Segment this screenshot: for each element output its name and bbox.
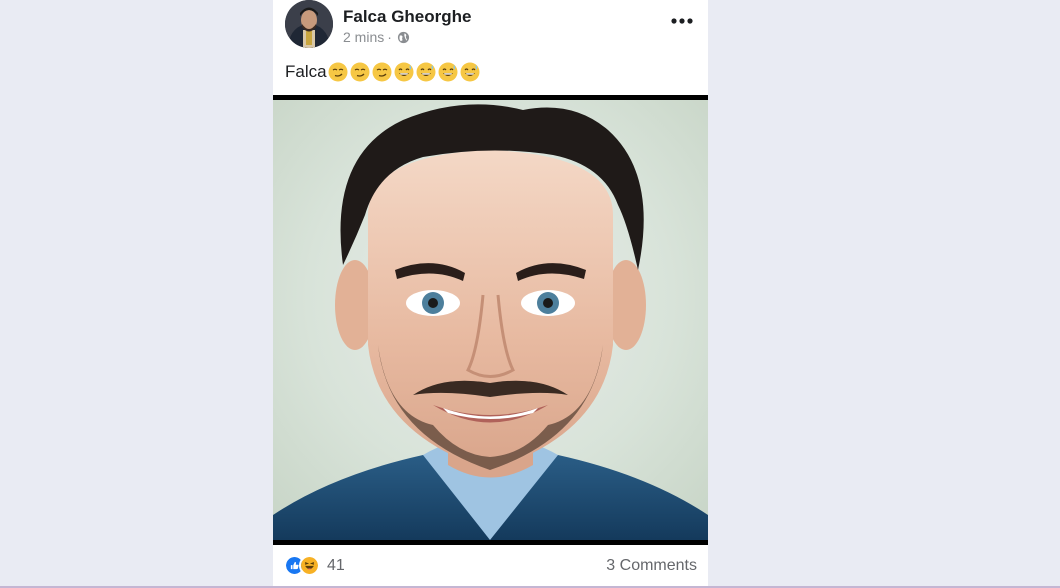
post-meta: 2 mins · [343,29,410,45]
smirk-emoji-icon [350,62,370,82]
post-text: Falca [285,62,482,82]
globe-icon [397,31,410,44]
post-card: Falca Gheorghe 2 mins · Falca 41 3 Comme… [273,0,708,588]
reaction-summary[interactable]: 41 [284,555,345,576]
meta-separator: · [387,29,392,45]
post-photo[interactable] [273,95,708,545]
smirk-emoji-icon [372,62,392,82]
more-options-icon[interactable] [670,10,694,30]
comments-link[interactable]: 3 Comments [606,557,697,575]
author-name[interactable]: Falca Gheorghe [343,7,471,27]
page: Falca Gheorghe 2 mins · Falca 41 3 Comme… [0,0,1060,588]
post-time[interactable]: 2 mins [343,29,384,45]
post-text-content: Falca [285,62,327,81]
reaction-count: 41 [327,556,345,574]
grin-sweat-emoji-icon [438,62,458,82]
smirk-emoji-icon [328,62,348,82]
haha-reaction-icon [299,555,320,576]
author-avatar[interactable] [285,0,333,48]
emoji-row [328,62,482,82]
post-footer: 41 3 Comments [273,550,708,584]
grin-sweat-emoji-icon [394,62,414,82]
grin-sweat-emoji-icon [416,62,436,82]
grin-sweat-emoji-icon [460,62,480,82]
post-header: Falca Gheorghe 2 mins · [273,0,708,56]
